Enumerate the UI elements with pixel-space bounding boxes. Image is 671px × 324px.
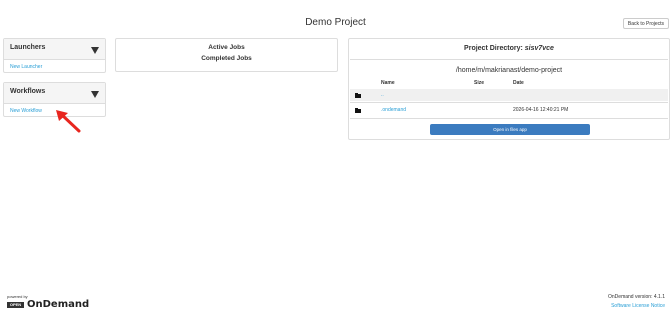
launchers-header[interactable]: Launchers [4, 39, 105, 60]
version-text: OnDemand version: 4.1.1 [608, 294, 665, 300]
logo-open-badge: OPEN [7, 302, 24, 308]
open-in-files-button[interactable]: Open in files app [430, 124, 590, 135]
workflows-header[interactable]: Workflows [4, 83, 105, 104]
divider [350, 59, 668, 60]
divider [350, 118, 668, 119]
project-directory-panel: Project Directory: sisv7vce /home/m/makr… [348, 38, 670, 140]
column-header-date[interactable]: Date [513, 80, 524, 86]
ondemand-dir-date: 2026-04-16 12:40:21 PM [513, 107, 569, 113]
project-directory-name: sisv7vce [524, 45, 554, 52]
license-link[interactable]: Software License Notice [611, 303, 665, 309]
active-jobs-label[interactable]: Active Jobs [116, 44, 337, 51]
column-header-size[interactable]: Size [474, 80, 484, 86]
caret-down-icon[interactable] [91, 91, 99, 98]
new-launcher-link[interactable]: New Launcher [10, 64, 42, 70]
new-workflow-link[interactable]: New Workflow [10, 108, 42, 114]
directory-path: /home/m/makrianast/demo-project [455, 67, 563, 74]
divider [350, 102, 668, 103]
project-directory-label: Project Directory: [464, 45, 523, 52]
logo-text: OnDemand [27, 299, 90, 310]
parent-dir-link[interactable]: .. [381, 92, 384, 98]
powered-by-text: powered by [7, 294, 28, 299]
folder-icon [355, 108, 361, 113]
launchers-title: Launchers [10, 44, 46, 51]
launchers-panel: Launchers New Launcher [3, 38, 106, 73]
column-header-name[interactable]: Name [381, 80, 395, 86]
back-to-projects-button[interactable]: Back to Projects [623, 18, 669, 29]
completed-jobs-label[interactable]: Completed Jobs [116, 55, 337, 62]
folder-icon [355, 93, 361, 98]
arrow-pointer-icon [56, 110, 81, 133]
project-directory-title: Project Directory: sisv7vce [349, 45, 669, 52]
caret-down-icon[interactable] [91, 47, 99, 54]
jobs-panel: Active Jobs Completed Jobs [115, 38, 338, 72]
page-title: Demo Project [305, 17, 366, 28]
table-row-parent[interactable] [350, 89, 668, 101]
workflows-title: Workflows [10, 88, 46, 95]
ondemand-dir-link[interactable]: .ondemand [381, 107, 406, 113]
